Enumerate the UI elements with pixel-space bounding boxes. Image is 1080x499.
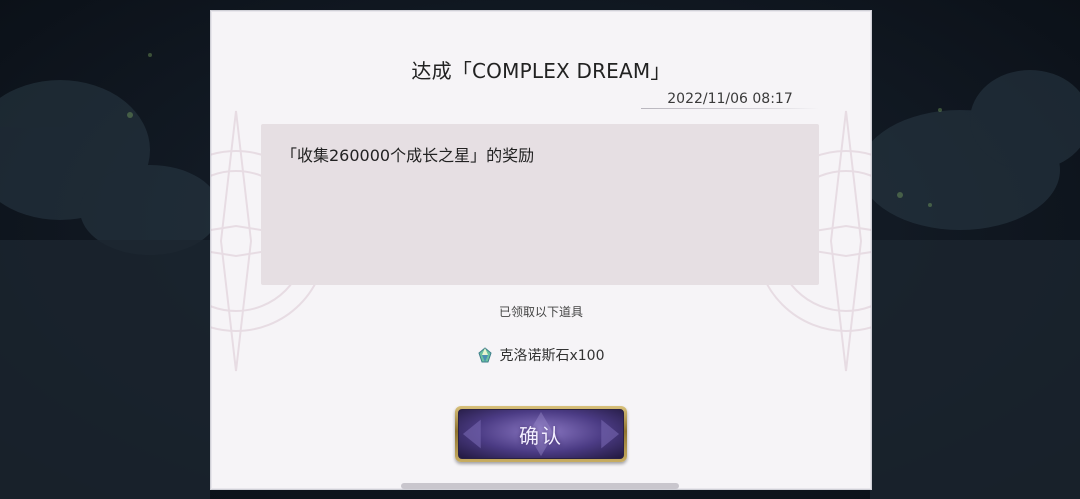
message-text: 「收集260000个成长之星」的奖励 [281,146,535,165]
reward-item: 克洛诺斯石x100 [211,344,871,366]
chronos-stone-icon [478,347,493,363]
confirm-button-label: 确认 [519,423,563,448]
dialog-title: 达成「COMPLEX DREAM」 [411,59,671,83]
timestamp-underline [641,108,819,109]
message-box: 「收集260000个成长之星」的奖励 [261,124,819,285]
scroll-handle[interactable] [401,483,679,489]
timestamp: 2022/11/06 08:17 [667,91,793,107]
reward-item-text: 克洛诺斯石x100 [499,348,605,364]
received-items-label: 已领取以下道具 [498,305,583,319]
reward-dialog: 达成「COMPLEX DREAM」 2022/11/06 08:17 「收集26… [210,10,872,490]
confirm-button-face: 确认 [458,409,624,459]
confirm-button[interactable]: 确认 [455,406,627,462]
